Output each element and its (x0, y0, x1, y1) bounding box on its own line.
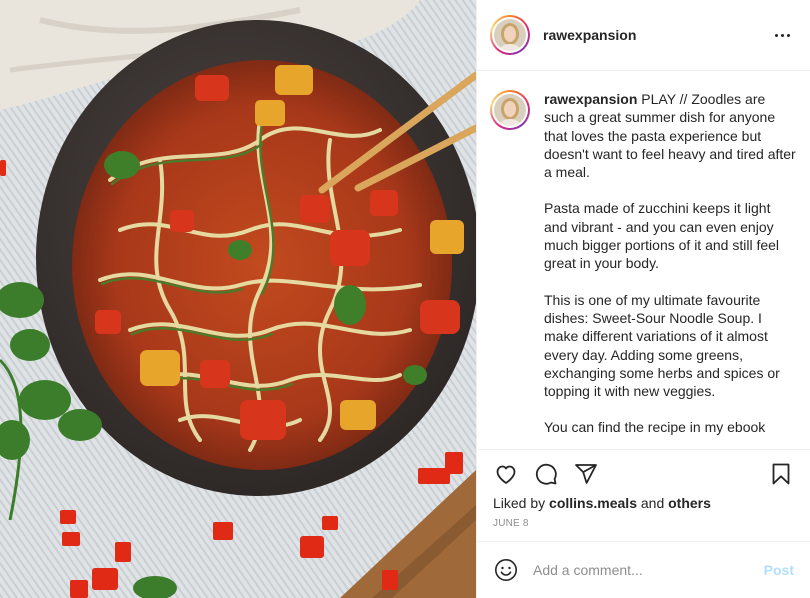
caption-username[interactable]: rawexpansion (544, 91, 637, 107)
action-icon-row (493, 450, 794, 498)
post-caption: rawexpansion PLAY // Zoodles are such a … (544, 90, 796, 448)
comment-bubble-icon[interactable] (533, 461, 559, 487)
comment-input[interactable] (533, 562, 764, 578)
caption-paragraph: You can find the recipe in my ebook (544, 419, 766, 436)
profile-picture (494, 19, 526, 51)
add-comment-bar: Post (477, 541, 810, 598)
header-username[interactable]: rawexpansion (543, 27, 770, 43)
caption-area[interactable]: rawexpansion PLAY // Zoodles are such a … (477, 72, 810, 448)
caption-paragraph: Pasta made of zucchini keeps it light an… (544, 200, 780, 272)
liked-by-user[interactable]: collins.meals (549, 495, 637, 511)
more-options-icon[interactable] (770, 23, 794, 47)
heart-icon[interactable] (493, 461, 519, 487)
likes-prefix: Liked by (493, 495, 546, 511)
caption-paragraph: rawexpansion PLAY // Zoodles are such a … (544, 90, 796, 181)
post-sidebar: rawexpansion rawexpansion PLAY // Zoodle… (476, 0, 810, 598)
zoodle-soup-image (0, 0, 476, 598)
caption-paragraph: This is one of my ultimate favourite dis… (544, 291, 780, 400)
avatar[interactable] (490, 15, 530, 55)
post-actions: Liked by collins.meals and others JUNE 8 (477, 449, 810, 541)
post-photo[interactable] (0, 0, 476, 598)
post-comment-button[interactable]: Post (764, 562, 794, 578)
profile-picture (494, 94, 526, 126)
post-header: rawexpansion (477, 0, 810, 71)
caption-avatar[interactable] (490, 90, 530, 130)
likes-joiner: and (640, 495, 665, 511)
likes-others[interactable]: others (668, 495, 711, 511)
likes-summary: Liked by collins.meals and others (493, 494, 794, 512)
smiley-icon[interactable] (493, 557, 519, 583)
post-date[interactable]: JUNE 8 (493, 518, 794, 529)
bookmark-icon[interactable] (768, 461, 794, 487)
paper-plane-icon[interactable] (573, 461, 599, 487)
